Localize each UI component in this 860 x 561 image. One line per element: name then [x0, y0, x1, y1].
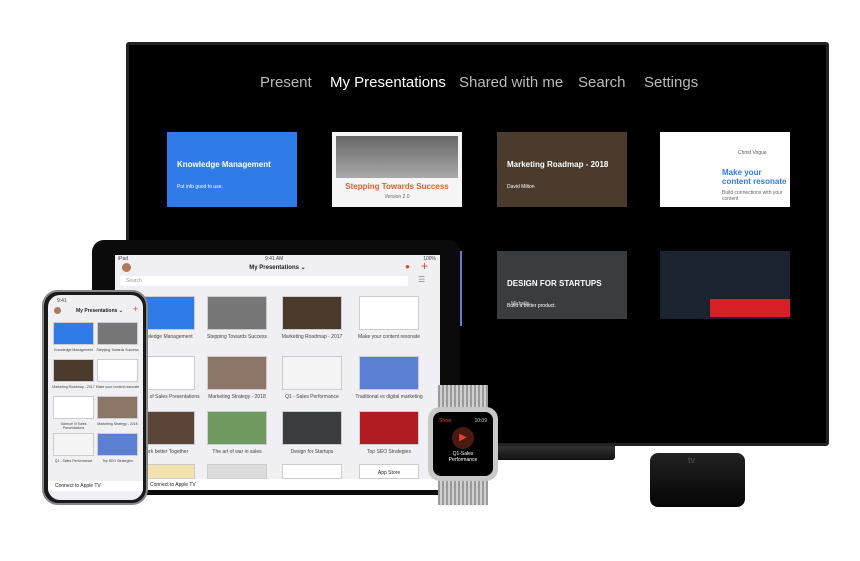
presentation-thumbnail[interactable] [207, 411, 267, 445]
presentation-name: Science of Sales Presentations [60, 422, 87, 430]
connect-label: Connect to Apple TV [55, 483, 101, 489]
search-input[interactable]: Search [120, 276, 408, 286]
presentation-thumbnail[interactable] [53, 322, 94, 345]
apple-watch: Show 10:09 ▶ Q1-Sales Performance [428, 385, 500, 505]
play-button[interactable]: ▶ [452, 427, 474, 449]
nav-present[interactable]: Present [260, 74, 312, 91]
presentation-thumbnail[interactable] [282, 296, 342, 330]
nav-my-presentations[interactable]: My Presentations [330, 74, 446, 91]
tile-subtitle: David Milton [507, 184, 535, 190]
presentation-thumbnail[interactable] [282, 464, 342, 479]
watch-screen: Show 10:09 ▶ Q1-Sales Performance [433, 412, 493, 476]
presentation-thumbnail[interactable] [207, 296, 267, 330]
presentation-thumbnail[interactable] [53, 359, 94, 382]
presentation-thumbnail[interactable] [53, 396, 94, 419]
connect-label: Connect to Apple TV [150, 482, 196, 488]
presentation-thumbnail[interactable] [97, 396, 138, 419]
sort-icon[interactable]: ☰ [418, 275, 425, 284]
presentation-name: Marketing Roadmap - 2017 [281, 334, 343, 340]
tv-stand [495, 446, 615, 460]
status-carrier: iPad [118, 256, 129, 262]
presentation-name: Stepping Towards Success [207, 334, 267, 340]
presentation-thumbnail[interactable] [97, 322, 138, 345]
watch-back-button[interactable]: Show [439, 418, 452, 424]
nav-shared-with-me[interactable]: Shared with me [459, 74, 563, 91]
presentation-name: Top SEO Strategies [367, 449, 411, 455]
tv-presentation-tile[interactable]: Stepping Towards Success Version 2.0 [332, 132, 462, 207]
tile-title: Stepping Towards Success [345, 182, 449, 191]
tile-title: Make your content resonate [722, 168, 787, 186]
presentation-name: Marketing Roadmap - 2017 [52, 385, 95, 389]
presentation-name: Design for Startups [290, 449, 334, 455]
status-time: 9:41 [57, 298, 67, 304]
add-icon[interactable]: + [133, 304, 138, 314]
tv-presentation-tile[interactable]: Knowledge Management Put info good to use… [167, 132, 297, 207]
status-time: 9:41 AM [265, 256, 284, 262]
presentation-name: The art of war in sales [212, 449, 262, 455]
presentation-thumbnail[interactable] [359, 356, 419, 390]
tile-author: Michelle [511, 301, 530, 307]
tile-subtitle: Put info good to use. [177, 184, 223, 190]
presentation-thumbnail[interactable] [97, 359, 138, 382]
ipad-screen: iPad 9:41 AM 100% My Presentations ⌄ ● +… [115, 255, 440, 490]
presentation-thumbnail[interactable] [207, 356, 267, 390]
presentation-name: Top SEO Strategies [102, 459, 133, 463]
tile-subtitle: Build connections with your content [722, 190, 783, 202]
page-title[interactable]: My Presentations ⌄ [115, 264, 440, 271]
notification-icon[interactable]: ● [405, 262, 410, 271]
add-icon[interactable]: + [421, 259, 428, 273]
presentation-name: App Store [377, 470, 401, 476]
tv-presentation-tile[interactable]: TOP SEO STRATEGIES.Future proof your con… [660, 251, 790, 319]
tile-title: Knowledge Management [177, 160, 271, 169]
presentation-thumbnail[interactable] [359, 411, 419, 445]
connect-apple-tv-bar[interactable]: Connect to Apple TV [115, 479, 440, 490]
presentation-name: Q1 - Sales Performance [285, 394, 339, 400]
avatar[interactable] [54, 307, 61, 314]
presentation-name: Knowledge Management [54, 348, 93, 352]
presentation-thumbnail[interactable] [97, 433, 138, 456]
nav-settings[interactable]: Settings [644, 74, 698, 91]
apple-tv-box: tv [650, 453, 745, 507]
presentation-thumbnail[interactable] [282, 411, 342, 445]
page-title[interactable]: My Presentations ⌄ [76, 308, 123, 314]
tv-presentation-tile[interactable]: Marketing Roadmap - 2018 David Milton [497, 132, 627, 207]
presentation-name: Marketing Strategy - 2018 [208, 394, 266, 400]
tv-presentation-tile[interactable]: Make your content resonate Build connecti… [660, 132, 790, 207]
nav-search[interactable]: Search [578, 74, 626, 91]
tile-title: DESIGN FOR STARTUPS [507, 279, 602, 288]
iphone-screen: 9:41 My Presentations ⌄ + Knowledge Mana… [48, 295, 143, 500]
presentation-thumbnail[interactable] [359, 296, 419, 330]
presentation-thumbnail[interactable] [207, 464, 267, 479]
tile-title: Marketing Roadmap - 2018 [507, 160, 609, 169]
presentation-name: Q1 - Sales Performance [54, 459, 93, 463]
tile-subtitle: Version 2.0 [384, 194, 410, 200]
watch-title: Q1-Sales Performance [448, 451, 478, 463]
tile-author: Christ Vogue [738, 150, 767, 156]
tv-presentation-tile[interactable]: DESIGN FOR STARTUPS Build a better produc… [497, 251, 627, 319]
presentation-thumbnail[interactable]: App Store [359, 464, 419, 479]
presentation-name: Make your content resonate [95, 385, 140, 389]
presentation-thumbnail[interactable] [282, 356, 342, 390]
connect-apple-tv-bar[interactable]: Connect to Apple TV [48, 481, 143, 491]
presentation-name: Traditional vs digital marketing [355, 394, 423, 400]
presentation-name: Marketing Strategy - 2018 [97, 422, 138, 426]
presentation-name: Stepping Towards Success [96, 348, 139, 352]
presentation-name: Make your content resonate [358, 334, 420, 340]
watch-time: 10:09 [474, 418, 487, 424]
apple-tv-logo: tv [688, 455, 696, 465]
presentation-thumbnail[interactable] [53, 433, 94, 456]
